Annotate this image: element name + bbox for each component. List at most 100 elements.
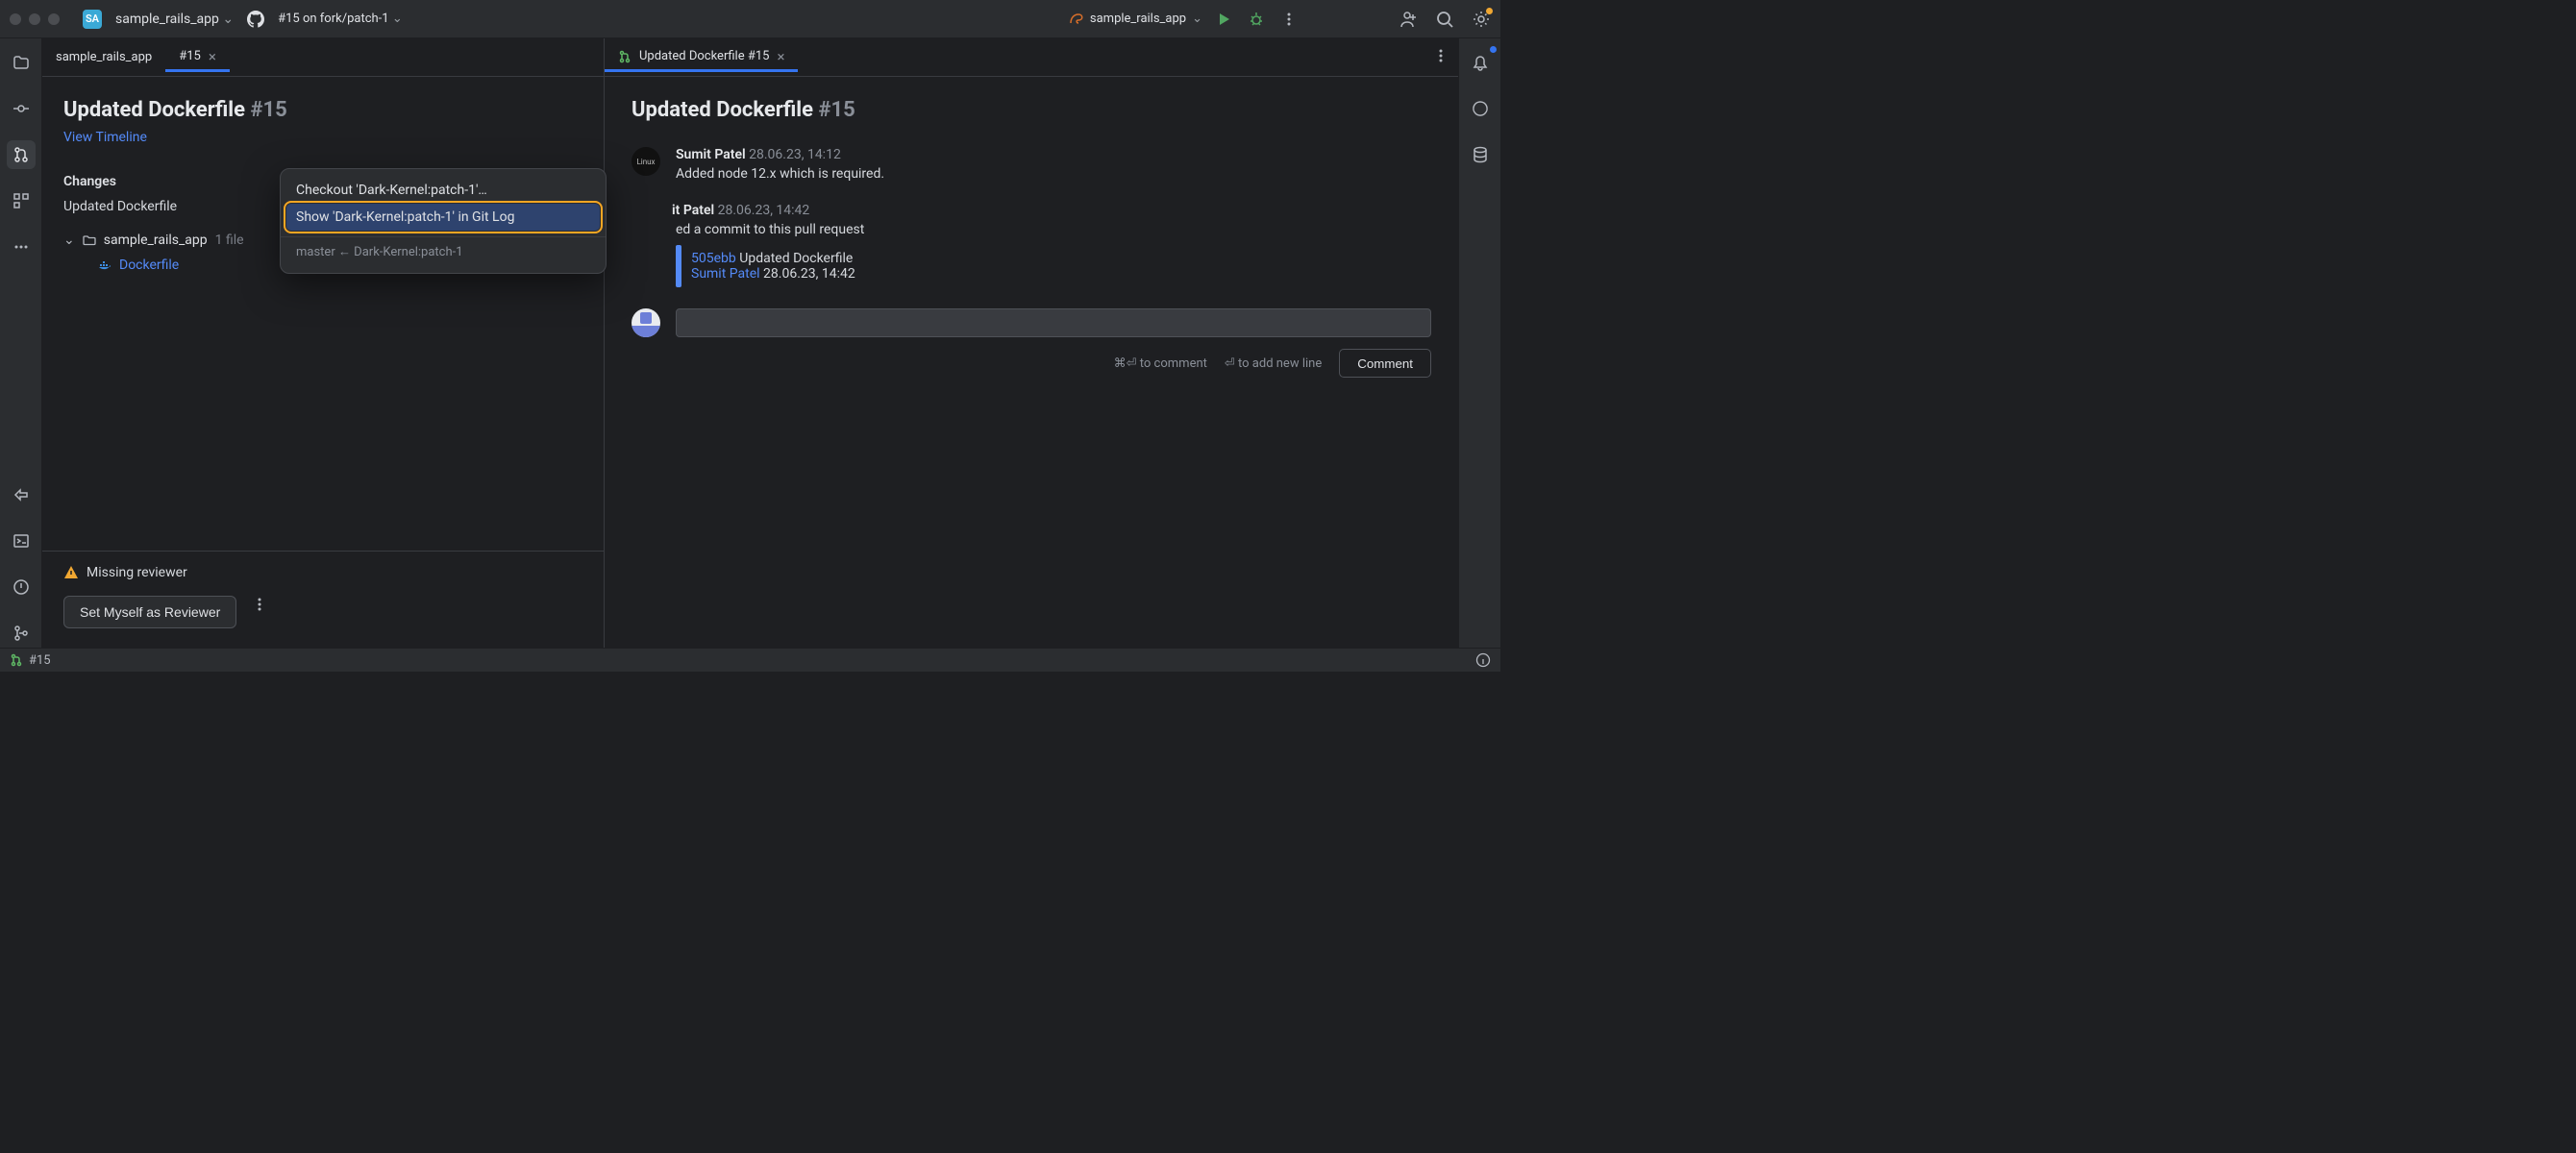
run-button[interactable]: [1216, 12, 1231, 27]
minimize-window-dot[interactable]: [29, 13, 40, 25]
activity-item: Linux Sumit Patel 28.06.23, 14:12 Added …: [632, 147, 1431, 182]
github-branch-text: #15 on fork/patch-1: [278, 12, 388, 26]
tab-project[interactable]: sample_rails_app: [42, 43, 165, 72]
statusbar-pr-number[interactable]: #15: [29, 653, 51, 668]
comment-input[interactable]: [676, 308, 1431, 337]
activity-timestamp: 28.06.23, 14:12: [749, 147, 841, 162]
right-tabs: Updated Dockerfile #15 ×: [605, 38, 1458, 77]
rail-database-icon[interactable]: [1466, 140, 1495, 169]
rail-more-icon[interactable]: [7, 233, 36, 261]
github-branch-label[interactable]: #15 on fork/patch-1 ⌄: [278, 12, 403, 26]
project-name-text: sample_rails_app: [115, 12, 219, 27]
pr-title-text: Updated Dockerfile: [632, 98, 813, 122]
avatar: [632, 308, 660, 337]
pr-number: #15: [250, 98, 286, 122]
shortcut-hint: ⌘⏎ to comment: [1114, 356, 1207, 371]
tab-pr-15[interactable]: #15 ×: [165, 43, 230, 72]
view-timeline-link[interactable]: View Timeline: [63, 130, 582, 145]
rail-notifications-icon[interactable]: [1466, 48, 1495, 77]
more-options-icon[interactable]: [252, 597, 267, 612]
settings-icon[interactable]: [1472, 10, 1491, 29]
commit-message: Updated Dockerfile: [739, 251, 853, 266]
set-reviewer-button[interactable]: Set Myself as Reviewer: [63, 596, 236, 628]
activity-header: Sumit Patel 28.06.23, 14:12: [676, 147, 884, 162]
warning-text: Missing reviewer: [87, 565, 187, 580]
activity-user[interactable]: it Patel: [672, 203, 714, 218]
activity-item: it Patel 28.06.23, 14:42 ed a commit to …: [632, 203, 1431, 287]
rail-project-icon[interactable]: [7, 48, 36, 77]
topbar: SA sample_rails_app ⌄ #15 on fork/patch-…: [0, 0, 1500, 38]
popup-item-checkout[interactable]: Checkout 'Dark-Kernel:patch-1'…: [281, 177, 606, 204]
rail-terminal-icon[interactable]: [7, 527, 36, 555]
folder-icon: [83, 233, 96, 247]
left-pane-footer: Missing reviewer Set Myself as Reviewer: [42, 551, 604, 648]
tab-updated-dockerfile[interactable]: Updated Dockerfile #15 ×: [605, 43, 798, 72]
chevron-down-icon: ⌄: [392, 12, 403, 26]
warning-icon: [63, 565, 79, 580]
rail-vcs-icon[interactable]: [7, 619, 36, 648]
chevron-down-icon: ⌄: [1192, 12, 1202, 26]
tree-file-name: Dockerfile: [119, 258, 179, 273]
close-icon[interactable]: ×: [777, 48, 784, 65]
left-pane: sample_rails_app #15 × Updated Dockerfil…: [42, 38, 605, 648]
notifications-badge: [1490, 46, 1497, 53]
rails-icon: [1069, 12, 1084, 27]
missing-reviewer-warning: Missing reviewer: [63, 565, 582, 580]
pr-title-text: Updated Dockerfile: [63, 98, 245, 122]
main-content: sample_rails_app #15 × Updated Dockerfil…: [42, 38, 1458, 648]
settings-badge-indicator: [1486, 8, 1493, 14]
close-window-dot[interactable]: [10, 13, 21, 25]
search-icon[interactable]: [1435, 10, 1454, 29]
chevron-down-icon: ⌄: [222, 12, 234, 27]
debug-button[interactable]: [1249, 12, 1264, 27]
github-icon: [247, 11, 264, 28]
close-icon[interactable]: ×: [209, 48, 216, 65]
shortcut-hint: ⏎ to add new line: [1225, 356, 1322, 371]
rail-structure-icon[interactable]: [7, 186, 36, 215]
pr-title: Updated Dockerfile #15: [632, 98, 1431, 122]
commit-indicator-bar: [676, 245, 681, 287]
activity-user[interactable]: Sumit Patel: [676, 147, 746, 162]
right-tool-rail: [1458, 38, 1500, 648]
run-configuration-selector[interactable]: sample_rails_app ⌄: [1069, 12, 1202, 27]
chevron-down-icon: ⌄: [63, 233, 75, 248]
comment-compose-row: [632, 308, 1431, 337]
branch-actions-popup: Checkout 'Dark-Kernel:patch-1'… Show 'Da…: [280, 168, 607, 274]
statusbar-info-icon[interactable]: [1475, 652, 1491, 668]
more-actions-icon[interactable]: [1281, 12, 1297, 27]
project-selector[interactable]: sample_rails_app ⌄: [115, 12, 234, 27]
code-with-me-icon[interactable]: [1399, 10, 1418, 29]
statusbar: #15: [0, 648, 1500, 672]
pull-request-icon: [10, 653, 23, 667]
tree-root-name: sample_rails_app: [104, 233, 208, 248]
left-tool-rail: [0, 38, 42, 648]
right-pane-body: Updated Dockerfile #15 Linux Sumit Patel…: [605, 77, 1458, 648]
left-tabs: sample_rails_app #15 ×: [42, 38, 604, 77]
activity-timestamp: 28.06.23, 14:42: [718, 203, 810, 218]
avatar: Linux: [632, 147, 660, 176]
traffic-lights: [10, 13, 60, 25]
rail-run-icon[interactable]: [7, 480, 36, 509]
comment-button[interactable]: Comment: [1339, 349, 1431, 378]
changes-heading: Changes: [63, 174, 116, 189]
tab-label: Updated Dockerfile #15: [639, 49, 769, 63]
maximize-window-dot[interactable]: [48, 13, 60, 25]
left-pane-body: Updated Dockerfile #15 View Timeline Cha…: [42, 77, 604, 551]
rail-pull-requests-icon[interactable]: [7, 140, 36, 169]
rail-ai-icon[interactable]: [1466, 94, 1495, 123]
tab-more-icon[interactable]: [1433, 48, 1449, 63]
docker-file-icon: [98, 258, 111, 272]
commit-hash-link[interactable]: 505ebb: [691, 251, 736, 266]
popup-item-show-in-git-log[interactable]: Show 'Dark-Kernel:patch-1' in Git Log: [286, 204, 600, 231]
right-pane: Updated Dockerfile #15 × Updated Dockerf…: [605, 38, 1458, 648]
rail-problems-icon[interactable]: [7, 573, 36, 601]
activity-text: ed a commit to this pull request: [676, 222, 864, 237]
pr-title: Updated Dockerfile #15: [63, 98, 582, 122]
tab-label: sample_rails_app: [56, 50, 152, 64]
rail-commit-icon[interactable]: [7, 94, 36, 123]
project-badge[interactable]: SA: [83, 10, 102, 29]
commit-author-link[interactable]: Sumit Patel: [691, 266, 760, 282]
activity-header: it Patel 28.06.23, 14:42: [676, 203, 864, 218]
run-config-text: sample_rails_app: [1090, 12, 1186, 26]
tab-label: #15: [179, 49, 201, 63]
